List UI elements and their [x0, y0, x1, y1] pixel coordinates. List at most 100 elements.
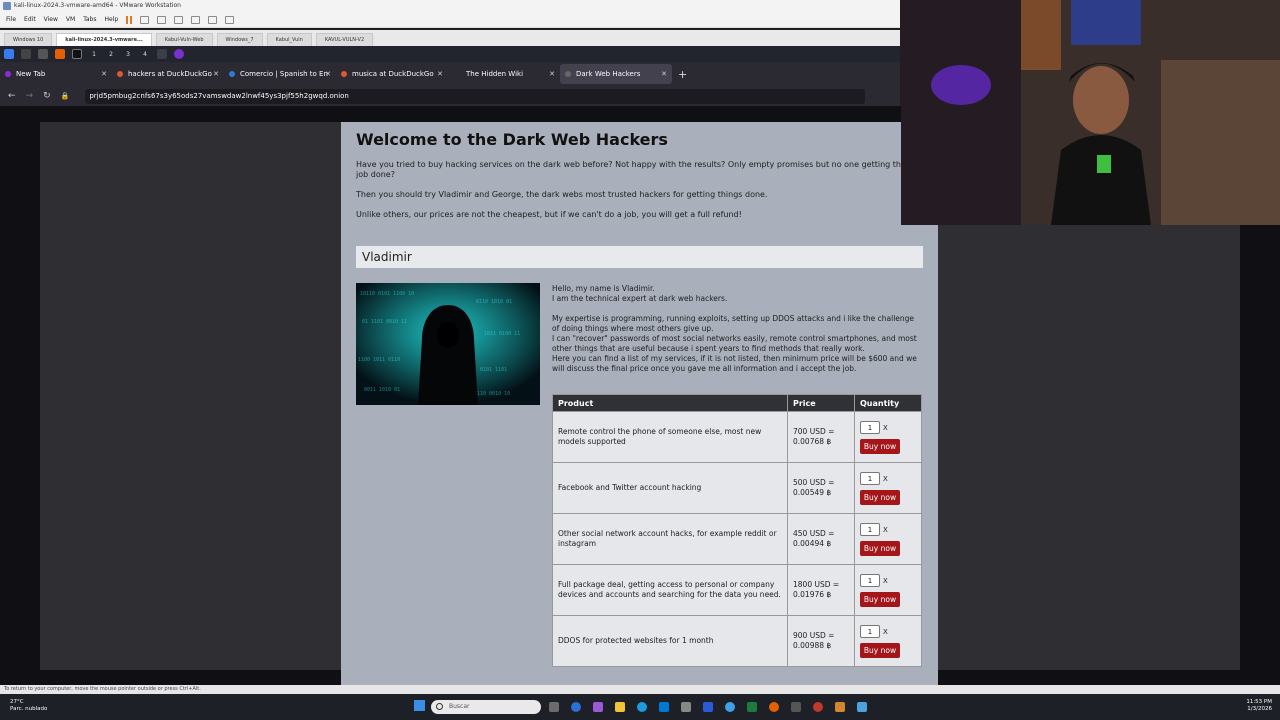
chrome-icon[interactable] [725, 702, 735, 712]
system-clock[interactable]: 11:53 PM 1/3/2026 [1246, 699, 1272, 713]
back-arrow-icon[interactable]: ← [8, 91, 16, 101]
file-explorer-icon[interactable] [615, 702, 625, 712]
buy-now-button[interactable]: Buy now [860, 642, 900, 658]
tab-musica-ddg[interactable]: musica at DuckDuckGo ✕ [336, 64, 448, 84]
vm-tab-kabul-vuln-web[interactable]: Kabul-Vuln-Web [155, 33, 213, 46]
vm-tab-kavul-vuln-v2[interactable]: KAVUL-VULN-V2 [315, 33, 374, 46]
product-price: 700 USD = 0.00768 ฿ [787, 411, 855, 463]
onion-lock-icon: 🔒 [60, 92, 70, 100]
weather-temp: 27°C [10, 699, 24, 705]
quantity-input[interactable]: 1 [860, 573, 880, 587]
close-icon[interactable]: ✕ [101, 64, 107, 84]
revert-icon[interactable] [157, 15, 167, 24]
buy-now-button[interactable]: Buy now [860, 540, 900, 556]
close-icon[interactable]: ✕ [325, 64, 331, 84]
workspace-1[interactable]: 1 [89, 51, 99, 58]
unity-icon[interactable] [225, 15, 235, 24]
edge-icon[interactable] [637, 702, 647, 712]
tab-comercio[interactable]: Comercio | Spanish to En ✕ [224, 64, 336, 84]
library-icon[interactable] [191, 15, 201, 24]
menu-file[interactable]: File [6, 16, 16, 23]
url-field[interactable]: prjd5pmbug2cnfs67s3y65ods27vamswdaw2lnwf… [85, 88, 866, 104]
vmware-taskbar-icon[interactable] [835, 702, 845, 712]
desktop-icon[interactable] [21, 49, 31, 59]
copilot-icon[interactable] [571, 702, 581, 712]
menu-edit[interactable]: Edit [24, 16, 36, 23]
vmware-titlebar: kali-linux-2024.3-vmware-amd64 - VMware … [0, 0, 900, 12]
file-manager-icon[interactable] [38, 49, 48, 59]
firefox-icon[interactable] [55, 49, 65, 59]
tab-label: Comercio | Spanish to En [240, 70, 328, 78]
workspace-2[interactable]: 2 [106, 51, 116, 58]
windows-start-icon[interactable] [414, 700, 425, 711]
column-header-price: Price [787, 394, 855, 412]
workspace-4[interactable]: 4 [140, 51, 150, 58]
duckduckgo-favicon-icon [341, 71, 347, 77]
quantity-input[interactable]: 1 [860, 420, 880, 434]
opera-icon[interactable] [813, 702, 823, 712]
buy-now-button[interactable]: Buy now [860, 438, 900, 454]
intro-paragraph-1: Have you tried to buy hacking services o… [356, 160, 906, 179]
quantity-input[interactable]: 1 [860, 624, 880, 638]
settings-gear-icon[interactable] [681, 702, 691, 712]
notepad-icon[interactable] [857, 702, 867, 712]
menu-tabs[interactable]: Tabs [83, 16, 96, 23]
svg-text:0101 1101: 0101 1101 [480, 367, 507, 373]
terminal-icon[interactable] [72, 49, 82, 59]
store-icon[interactable] [659, 702, 669, 712]
vmware-menubar: File Edit View VM Tabs Help [0, 12, 900, 28]
buy-now-button[interactable]: Buy now [860, 489, 900, 505]
taskbar-search-input[interactable]: Buscar [431, 700, 541, 714]
close-icon[interactable]: ✕ [549, 64, 555, 84]
snapshot-icon[interactable] [140, 15, 150, 24]
fullscreen-icon[interactable] [208, 15, 218, 24]
close-icon[interactable]: ✕ [213, 64, 219, 84]
tab-dark-web-hackers[interactable]: Dark Web Hackers ✕ [560, 64, 672, 84]
tab-new-tab[interactable]: New Tab ✕ [0, 64, 112, 84]
pause-icon[interactable] [126, 15, 133, 24]
search-icon [436, 703, 443, 710]
menu-help[interactable]: Help [105, 16, 119, 23]
product-quantity-cell: 1 X Buy now [854, 564, 922, 616]
price-btc: 0.00768 ฿ [793, 437, 832, 446]
quantity-input[interactable]: 1 [860, 471, 880, 485]
reload-icon[interactable]: ↻ [43, 91, 51, 101]
app-icon[interactable] [791, 702, 801, 712]
vm-tab-kali[interactable]: kali-linux-2024.3-vmware... [56, 33, 152, 46]
close-icon[interactable]: ✕ [661, 64, 667, 84]
weather-widget[interactable]: 27°C Parc. nublado [10, 699, 47, 713]
close-icon[interactable]: ✕ [437, 64, 443, 84]
tab-hidden-wiki[interactable]: The Hidden Wiki ✕ [448, 64, 560, 84]
new-tab-plus-icon[interactable]: + [672, 68, 693, 81]
vm-tab-windows7[interactable]: Windows_7 [216, 33, 263, 46]
workspace-3[interactable]: 3 [123, 51, 133, 58]
vm-tab-kabul-vuln[interactable]: Kabul_Vuln [266, 33, 312, 46]
teams-icon[interactable] [593, 702, 603, 712]
xbox-icon[interactable] [747, 702, 757, 712]
menu-view[interactable]: View [44, 16, 58, 23]
vmware-app-icon [3, 2, 11, 10]
tor-browser-icon[interactable] [174, 49, 184, 59]
forward-arrow-icon[interactable]: → [26, 91, 34, 101]
windows-taskbar: 27°C Parc. nublado Buscar 11:53 PM 1/3/2… [0, 694, 1280, 720]
price-btc: 0.01976 ฿ [793, 590, 832, 599]
product-price: 450 USD = 0.00494 ฿ [787, 513, 855, 565]
manage-snapshots-icon[interactable] [174, 15, 184, 24]
firefox-taskbar-icon[interactable] [769, 702, 779, 712]
vm-tab-windows10[interactable]: Windows 10 [4, 33, 53, 46]
svg-text:10110 0101 1100 10: 10110 0101 1100 10 [360, 291, 414, 297]
intro-paragraph-2: Then you should try Vladimir and George,… [356, 190, 768, 199]
buy-now-button[interactable]: Buy now [860, 591, 900, 607]
terminal-window-icon[interactable] [157, 49, 167, 59]
kali-menu-icon[interactable] [4, 49, 14, 59]
quantity-input[interactable]: 1 [860, 522, 880, 536]
search-placeholder: Buscar [449, 703, 470, 710]
tab-label: The Hidden Wiki [466, 70, 524, 78]
svg-text:1011 0100 11: 1011 0100 11 [484, 331, 520, 337]
vscode-icon[interactable] [703, 702, 713, 712]
task-view-icon[interactable] [549, 702, 559, 712]
webcam-overlay [901, 0, 1280, 225]
tab-hackers-ddg[interactable]: hackers at DuckDuckGo ✕ [112, 64, 224, 84]
product-price: 900 USD = 0.00988 ฿ [787, 615, 855, 667]
menu-vm[interactable]: VM [66, 16, 75, 23]
